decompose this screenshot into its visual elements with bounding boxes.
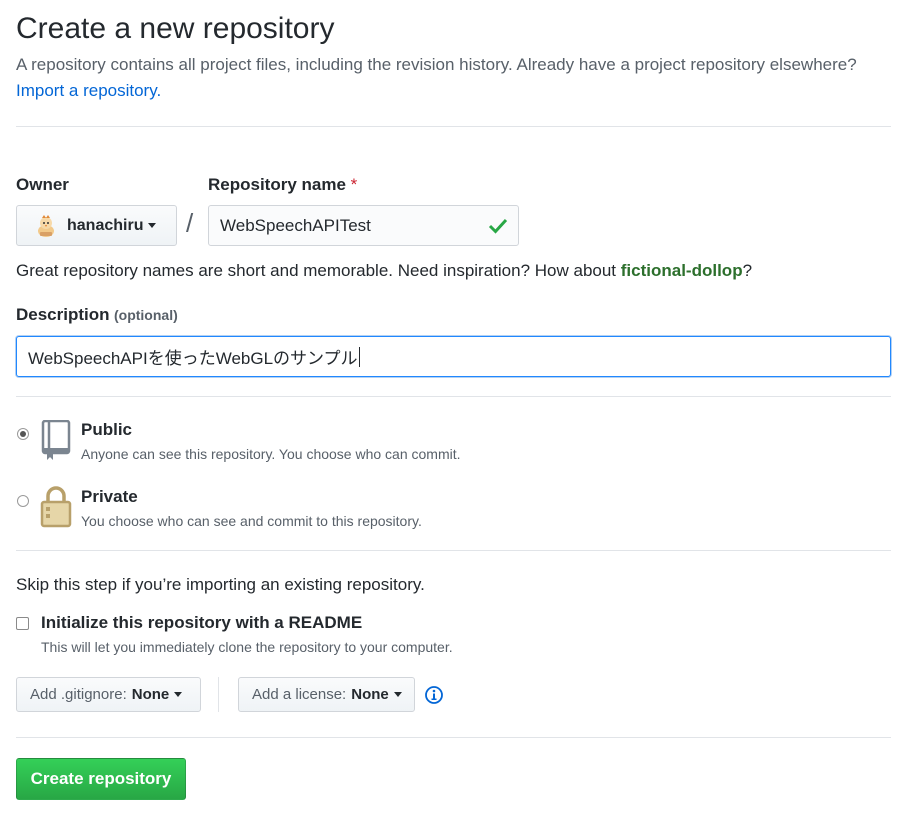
- owner-select-button[interactable]: hanachiru: [16, 205, 177, 246]
- repository-name-input[interactable]: WebSpeechAPITest: [208, 205, 519, 246]
- public-title: Public: [81, 420, 133, 439]
- readme-label[interactable]: Initialize this repository with a README: [41, 613, 362, 633]
- divider: [16, 396, 891, 397]
- readme-checkbox[interactable]: [16, 617, 29, 630]
- import-repository-link[interactable]: Import a repository.: [16, 81, 161, 100]
- chevron-down-icon: [174, 692, 183, 697]
- page-title: Create a new repository: [16, 12, 335, 45]
- gitignore-value: None: [131, 686, 170, 703]
- public-radio[interactable]: [17, 428, 29, 440]
- suggestion-end: ?: [742, 261, 753, 280]
- button-divider: [218, 677, 219, 712]
- repo-name-label-text: Repository name: [208, 175, 346, 194]
- page-description-text: A repository contains all project files,…: [16, 55, 857, 74]
- create-repository-button[interactable]: Create repository: [16, 758, 186, 800]
- suggestion-text: Great repository names are short and mem…: [16, 261, 621, 280]
- page-description: A repository contains all project files,…: [16, 52, 896, 104]
- gitignore-prefix: Add .gitignore:: [30, 686, 127, 703]
- private-radio[interactable]: [17, 495, 29, 507]
- gitignore-select-button[interactable]: Add .gitignore: None: [16, 677, 201, 712]
- owner-name: hanachiru: [67, 216, 144, 234]
- lock-icon: [40, 486, 72, 533]
- description-label-text: Description: [16, 305, 110, 324]
- repo-book-icon: [40, 419, 72, 465]
- required-mark: *: [350, 175, 358, 194]
- owner-label: Owner: [16, 175, 69, 194]
- license-select-button[interactable]: Add a license: None: [238, 677, 415, 712]
- check-icon: [488, 217, 508, 240]
- readme-note: This will let you immediately clone the …: [41, 639, 453, 655]
- chevron-down-icon: [393, 692, 402, 697]
- chevron-down-icon: [148, 223, 157, 228]
- suggested-name-link[interactable]: fictional-dollop: [621, 261, 743, 280]
- info-icon[interactable]: [425, 686, 443, 709]
- repo-name-label: Repository name *: [208, 175, 357, 195]
- skip-step-text: Skip this step if you’re importing an ex…: [16, 575, 425, 594]
- public-note: Anyone can see this repository. You choo…: [81, 446, 461, 462]
- repository-name-value: WebSpeechAPITest: [220, 215, 371, 235]
- owner-repo-separator: /: [186, 208, 194, 238]
- description-value: WebSpeechAPIを使ったWebGLのサンプル: [28, 349, 358, 368]
- chick-avatar-icon: [35, 214, 57, 238]
- private-title: Private: [81, 487, 138, 506]
- name-suggestion: Great repository names are short and mem…: [16, 261, 752, 281]
- description-input[interactable]: WebSpeechAPIを使ったWebGLのサンプル: [16, 336, 891, 377]
- divider: [16, 126, 891, 127]
- divider: [16, 550, 891, 551]
- text-cursor: [358, 346, 360, 367]
- license-prefix: Add a license:: [252, 686, 347, 703]
- license-value: None: [351, 686, 389, 703]
- divider: [16, 737, 891, 738]
- description-label: Description (optional): [16, 305, 178, 325]
- optional-note: (optional): [113, 307, 178, 323]
- private-note: You choose who can see and commit to thi…: [81, 513, 422, 529]
